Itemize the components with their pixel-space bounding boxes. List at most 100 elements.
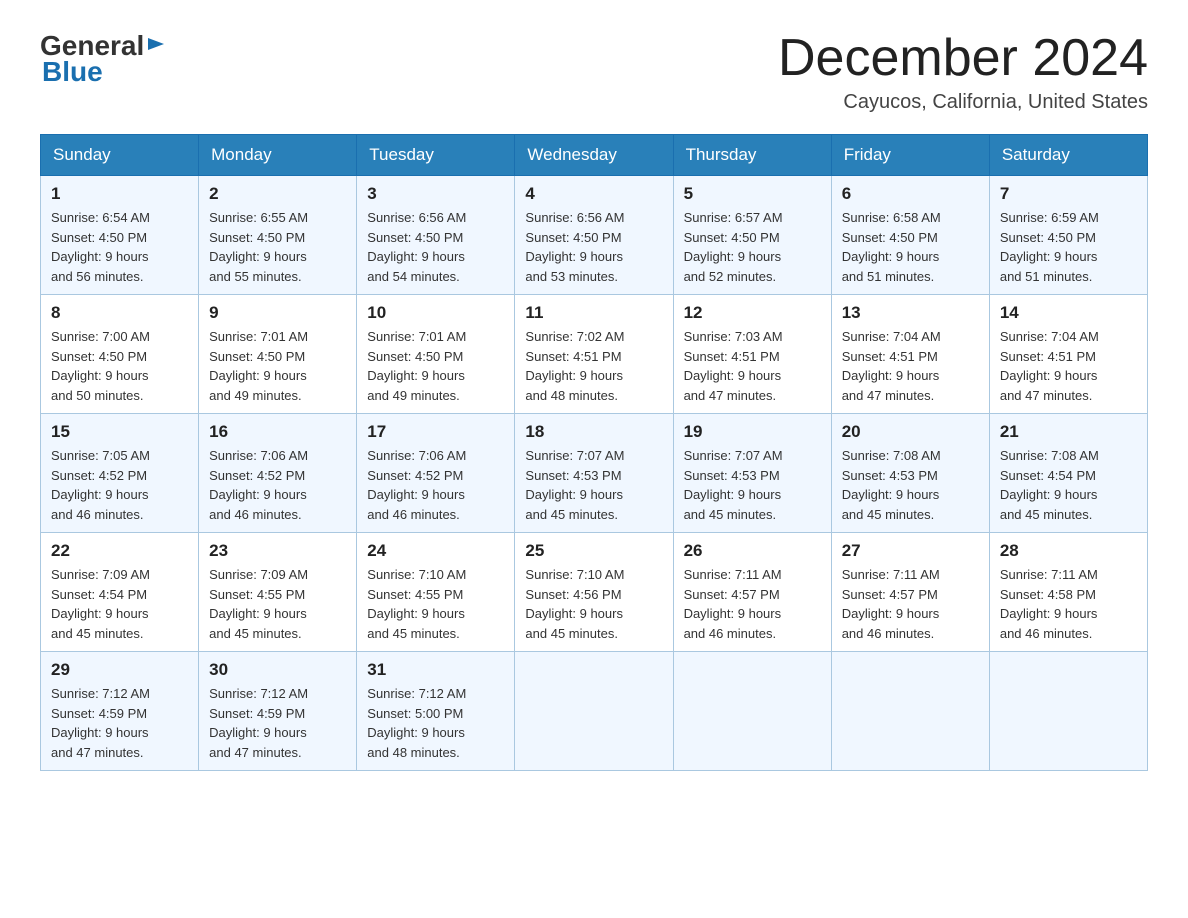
table-row: 30 Sunrise: 7:12 AM Sunset: 4:59 PM Dayl…	[199, 652, 357, 771]
day-info: Sunrise: 7:07 AM Sunset: 4:53 PM Dayligh…	[525, 446, 662, 524]
header-tuesday: Tuesday	[357, 135, 515, 176]
day-info: Sunrise: 7:02 AM Sunset: 4:51 PM Dayligh…	[525, 327, 662, 405]
logo: General Blue	[40, 30, 166, 88]
title-area: December 2024 Cayucos, California, Unite…	[778, 30, 1148, 114]
day-number: 4	[525, 184, 662, 204]
day-number: 10	[367, 303, 504, 323]
table-row: 24 Sunrise: 7:10 AM Sunset: 4:55 PM Dayl…	[357, 533, 515, 652]
header-saturday: Saturday	[989, 135, 1147, 176]
calendar-table: Sunday Monday Tuesday Wednesday Thursday…	[40, 134, 1148, 771]
table-row	[989, 652, 1147, 771]
day-number: 28	[1000, 541, 1137, 561]
header-row: Sunday Monday Tuesday Wednesday Thursday…	[41, 135, 1148, 176]
calendar-week-row: 22 Sunrise: 7:09 AM Sunset: 4:54 PM Dayl…	[41, 533, 1148, 652]
day-info: Sunrise: 7:12 AM Sunset: 4:59 PM Dayligh…	[209, 684, 346, 762]
day-info: Sunrise: 7:01 AM Sunset: 4:50 PM Dayligh…	[367, 327, 504, 405]
day-number: 9	[209, 303, 346, 323]
table-row: 11 Sunrise: 7:02 AM Sunset: 4:51 PM Dayl…	[515, 295, 673, 414]
table-row: 3 Sunrise: 6:56 AM Sunset: 4:50 PM Dayli…	[357, 176, 515, 295]
table-row: 17 Sunrise: 7:06 AM Sunset: 4:52 PM Dayl…	[357, 414, 515, 533]
table-row: 10 Sunrise: 7:01 AM Sunset: 4:50 PM Dayl…	[357, 295, 515, 414]
day-number: 15	[51, 422, 188, 442]
logo-blue-text: Blue	[40, 56, 166, 88]
day-info: Sunrise: 7:11 AM Sunset: 4:57 PM Dayligh…	[842, 565, 979, 643]
header-wednesday: Wednesday	[515, 135, 673, 176]
table-row: 23 Sunrise: 7:09 AM Sunset: 4:55 PM Dayl…	[199, 533, 357, 652]
day-number: 30	[209, 660, 346, 680]
day-info: Sunrise: 7:11 AM Sunset: 4:58 PM Dayligh…	[1000, 565, 1137, 643]
table-row: 20 Sunrise: 7:08 AM Sunset: 4:53 PM Dayl…	[831, 414, 989, 533]
header-thursday: Thursday	[673, 135, 831, 176]
table-row: 7 Sunrise: 6:59 AM Sunset: 4:50 PM Dayli…	[989, 176, 1147, 295]
table-row: 15 Sunrise: 7:05 AM Sunset: 4:52 PM Dayl…	[41, 414, 199, 533]
day-info: Sunrise: 7:08 AM Sunset: 4:53 PM Dayligh…	[842, 446, 979, 524]
calendar-week-row: 15 Sunrise: 7:05 AM Sunset: 4:52 PM Dayl…	[41, 414, 1148, 533]
day-info: Sunrise: 7:05 AM Sunset: 4:52 PM Dayligh…	[51, 446, 188, 524]
table-row	[831, 652, 989, 771]
month-title: December 2024	[778, 30, 1148, 87]
day-number: 27	[842, 541, 979, 561]
day-number: 16	[209, 422, 346, 442]
day-info: Sunrise: 6:56 AM Sunset: 4:50 PM Dayligh…	[367, 208, 504, 286]
day-info: Sunrise: 7:01 AM Sunset: 4:50 PM Dayligh…	[209, 327, 346, 405]
day-info: Sunrise: 6:57 AM Sunset: 4:50 PM Dayligh…	[684, 208, 821, 286]
day-info: Sunrise: 7:00 AM Sunset: 4:50 PM Dayligh…	[51, 327, 188, 405]
day-number: 3	[367, 184, 504, 204]
day-number: 23	[209, 541, 346, 561]
day-number: 8	[51, 303, 188, 323]
day-number: 5	[684, 184, 821, 204]
day-number: 1	[51, 184, 188, 204]
day-info: Sunrise: 6:58 AM Sunset: 4:50 PM Dayligh…	[842, 208, 979, 286]
day-number: 13	[842, 303, 979, 323]
table-row: 25 Sunrise: 7:10 AM Sunset: 4:56 PM Dayl…	[515, 533, 673, 652]
table-row	[515, 652, 673, 771]
table-row: 19 Sunrise: 7:07 AM Sunset: 4:53 PM Dayl…	[673, 414, 831, 533]
calendar-week-row: 8 Sunrise: 7:00 AM Sunset: 4:50 PM Dayli…	[41, 295, 1148, 414]
day-info: Sunrise: 7:10 AM Sunset: 4:55 PM Dayligh…	[367, 565, 504, 643]
day-number: 31	[367, 660, 504, 680]
day-number: 21	[1000, 422, 1137, 442]
day-number: 6	[842, 184, 979, 204]
day-info: Sunrise: 6:55 AM Sunset: 4:50 PM Dayligh…	[209, 208, 346, 286]
table-row: 9 Sunrise: 7:01 AM Sunset: 4:50 PM Dayli…	[199, 295, 357, 414]
table-row	[673, 652, 831, 771]
table-row: 13 Sunrise: 7:04 AM Sunset: 4:51 PM Dayl…	[831, 295, 989, 414]
day-info: Sunrise: 7:11 AM Sunset: 4:57 PM Dayligh…	[684, 565, 821, 643]
day-info: Sunrise: 6:56 AM Sunset: 4:50 PM Dayligh…	[525, 208, 662, 286]
table-row: 6 Sunrise: 6:58 AM Sunset: 4:50 PM Dayli…	[831, 176, 989, 295]
table-row: 1 Sunrise: 6:54 AM Sunset: 4:50 PM Dayli…	[41, 176, 199, 295]
table-row: 31 Sunrise: 7:12 AM Sunset: 5:00 PM Dayl…	[357, 652, 515, 771]
day-info: Sunrise: 7:12 AM Sunset: 5:00 PM Dayligh…	[367, 684, 504, 762]
day-info: Sunrise: 7:12 AM Sunset: 4:59 PM Dayligh…	[51, 684, 188, 762]
day-number: 7	[1000, 184, 1137, 204]
table-row: 8 Sunrise: 7:00 AM Sunset: 4:50 PM Dayli…	[41, 295, 199, 414]
day-info: Sunrise: 6:54 AM Sunset: 4:50 PM Dayligh…	[51, 208, 188, 286]
table-row: 26 Sunrise: 7:11 AM Sunset: 4:57 PM Dayl…	[673, 533, 831, 652]
day-info: Sunrise: 7:04 AM Sunset: 4:51 PM Dayligh…	[842, 327, 979, 405]
location-subtitle: Cayucos, California, United States	[778, 91, 1148, 114]
header-friday: Friday	[831, 135, 989, 176]
table-row: 2 Sunrise: 6:55 AM Sunset: 4:50 PM Dayli…	[199, 176, 357, 295]
table-row: 22 Sunrise: 7:09 AM Sunset: 4:54 PM Dayl…	[41, 533, 199, 652]
day-number: 11	[525, 303, 662, 323]
day-number: 14	[1000, 303, 1137, 323]
day-info: Sunrise: 7:06 AM Sunset: 4:52 PM Dayligh…	[209, 446, 346, 524]
day-number: 29	[51, 660, 188, 680]
day-number: 24	[367, 541, 504, 561]
table-row: 5 Sunrise: 6:57 AM Sunset: 4:50 PM Dayli…	[673, 176, 831, 295]
day-number: 12	[684, 303, 821, 323]
table-row: 18 Sunrise: 7:07 AM Sunset: 4:53 PM Dayl…	[515, 414, 673, 533]
day-number: 26	[684, 541, 821, 561]
day-number: 18	[525, 422, 662, 442]
day-info: Sunrise: 7:08 AM Sunset: 4:54 PM Dayligh…	[1000, 446, 1137, 524]
table-row: 4 Sunrise: 6:56 AM Sunset: 4:50 PM Dayli…	[515, 176, 673, 295]
day-info: Sunrise: 7:06 AM Sunset: 4:52 PM Dayligh…	[367, 446, 504, 524]
day-info: Sunrise: 6:59 AM Sunset: 4:50 PM Dayligh…	[1000, 208, 1137, 286]
header-sunday: Sunday	[41, 135, 199, 176]
table-row: 28 Sunrise: 7:11 AM Sunset: 4:58 PM Dayl…	[989, 533, 1147, 652]
table-row: 16 Sunrise: 7:06 AM Sunset: 4:52 PM Dayl…	[199, 414, 357, 533]
table-row: 27 Sunrise: 7:11 AM Sunset: 4:57 PM Dayl…	[831, 533, 989, 652]
day-info: Sunrise: 7:03 AM Sunset: 4:51 PM Dayligh…	[684, 327, 821, 405]
table-row: 14 Sunrise: 7:04 AM Sunset: 4:51 PM Dayl…	[989, 295, 1147, 414]
day-info: Sunrise: 7:07 AM Sunset: 4:53 PM Dayligh…	[684, 446, 821, 524]
